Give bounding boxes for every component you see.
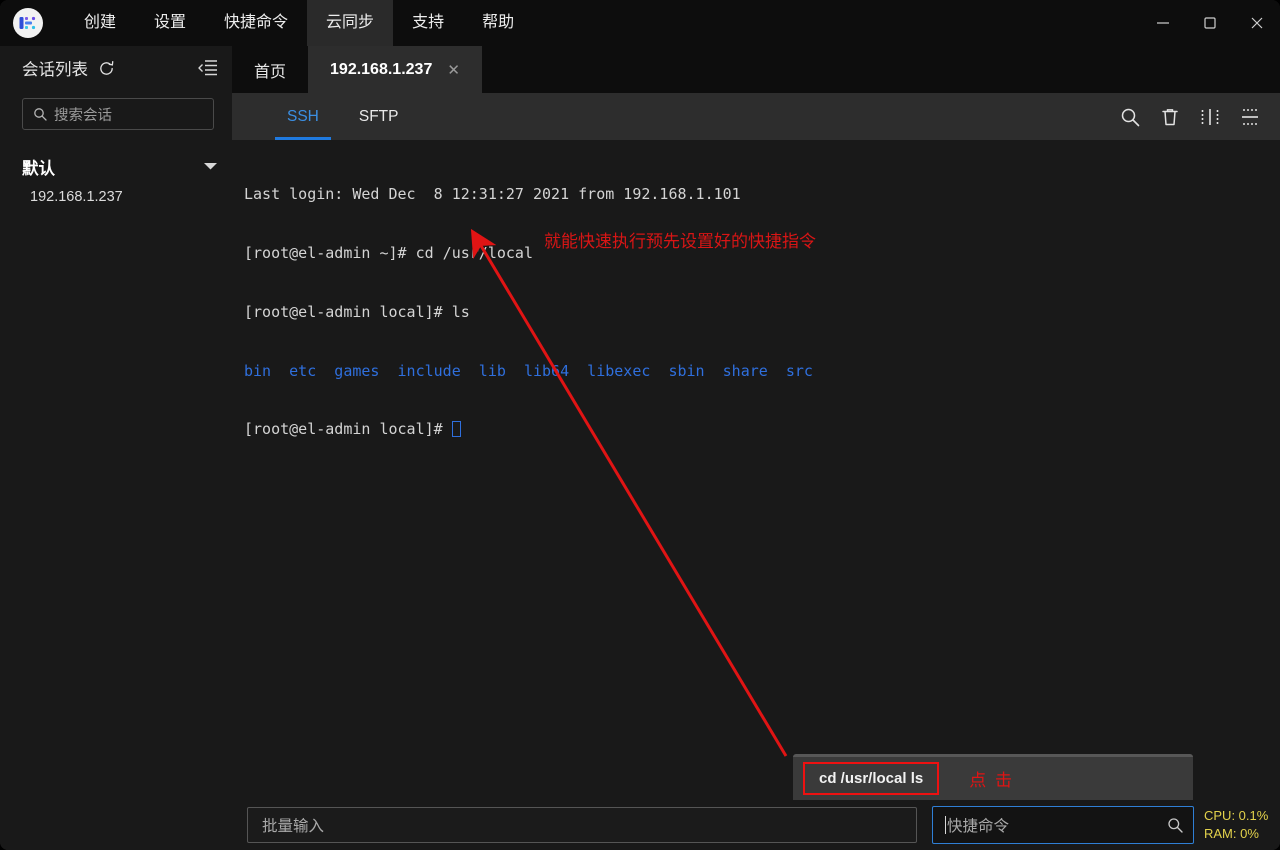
sidebar-group-default[interactable]: 默认 [22,154,218,180]
text-caret [945,816,946,834]
session-toolbar [1120,93,1260,140]
maximize-icon[interactable] [1186,0,1233,46]
terminal-line-ls-output: bin etc games include lib lib64 libexec … [244,361,813,380]
search-input[interactable]: 搜索会话 [22,98,214,130]
terminal-prompt-line: [root@el-admin local]# [244,420,1280,440]
terminal-cursor [451,421,461,438]
chevron-down-icon[interactable] [203,158,218,176]
quick-command-dropdown[interactable]: cd /usr/local ls 点 击 [793,754,1193,800]
search-placeholder: 搜索会话 [54,107,112,124]
terminal-line: [root@el-admin ~]# cd /usr/local [244,243,533,262]
refresh-icon[interactable] [98,60,115,77]
tab-home[interactable]: 首页 [232,46,308,93]
quick-command-wrap: 快捷命令 [932,806,1194,844]
menu-create[interactable]: 创建 [65,0,135,46]
tab-ssh[interactable]: SSH [267,93,339,140]
quick-command-placeholder: 快捷命令 [947,818,1010,835]
close-icon[interactable]: ✕ [447,61,460,79]
quick-command-item[interactable]: cd /usr/local ls [803,762,940,795]
menu-quick-commands[interactable]: 快捷命令 [205,0,307,46]
terminal-line: Last login: Wed Dec 8 12:31:27 2021 from… [244,185,741,204]
batch-input-placeholder: 批量输入 [262,818,325,835]
cpu-usage: CPU: 0.1% [1204,808,1269,823]
batch-input[interactable]: 批量输入 [247,807,917,843]
ram-usage: RAM: 0% [1204,826,1259,841]
sidebar-group-label: 默认 [22,160,55,178]
sidebar: 会话列表 搜索会话 默认 192.168.1.237 [0,46,232,850]
session-sub-bar: SSH SFTP [232,93,1280,140]
search-icon[interactable] [1167,817,1183,833]
title-bar: 创建 设置 快捷命令 云同步 支持 帮助 [0,0,1280,46]
tab-session-label: 192.168.1.237 [330,60,433,78]
menu-settings[interactable]: 设置 [135,0,205,46]
terminal-line: [root@el-admin local]# ls [244,302,470,321]
tab-home-label: 首页 [254,63,287,81]
app-window: 创建 设置 快捷命令 云同步 支持 帮助 会话列表 搜索会话 默认 192.16… [0,0,1280,850]
annotation-click-label: 点 击 [969,771,1014,790]
main-menu: 创建 设置 快捷命令 云同步 支持 帮助 [65,0,533,46]
sidebar-title: 会话列表 [22,61,88,79]
app-logo-icon [13,8,43,38]
menu-help[interactable]: 帮助 [463,0,533,46]
close-icon[interactable] [1233,0,1280,46]
sidebar-header: 会话列表 [0,46,232,90]
tab-strip: 首页 192.168.1.237 ✕ [232,46,1280,93]
split-horizontal-icon[interactable] [1240,107,1260,127]
tab-sftp[interactable]: SFTP [339,93,419,140]
search-icon [33,107,47,121]
menu-support[interactable]: 支持 [393,0,463,46]
trash-icon[interactable] [1160,107,1180,127]
window-controls [1139,0,1280,46]
bottom-bar: 批量输入 快捷命令 CPU: 0.1% RAM: 0% [232,800,1280,850]
main-area: 首页 192.168.1.237 ✕ SSH SFTP Last login: … [232,46,1280,850]
tab-session-192-168-1-237[interactable]: 192.168.1.237 ✕ [308,46,482,93]
terminal-output[interactable]: Last login: Wed Dec 8 12:31:27 2021 from… [232,140,1280,800]
system-stats: CPU: 0.1% RAM: 0% [1204,807,1268,843]
split-vertical-icon[interactable] [1200,107,1220,127]
sidebar-item-192-168-1-237[interactable]: 192.168.1.237 [0,180,232,214]
terminal-prompt-text: [root@el-admin local]# [244,420,452,439]
collapse-panel-icon[interactable] [198,59,218,77]
menu-cloud-sync[interactable]: 云同步 [307,0,394,46]
search-icon[interactable] [1120,107,1140,127]
minimize-icon[interactable] [1139,0,1186,46]
quick-command-input[interactable]: 快捷命令 [932,806,1194,844]
